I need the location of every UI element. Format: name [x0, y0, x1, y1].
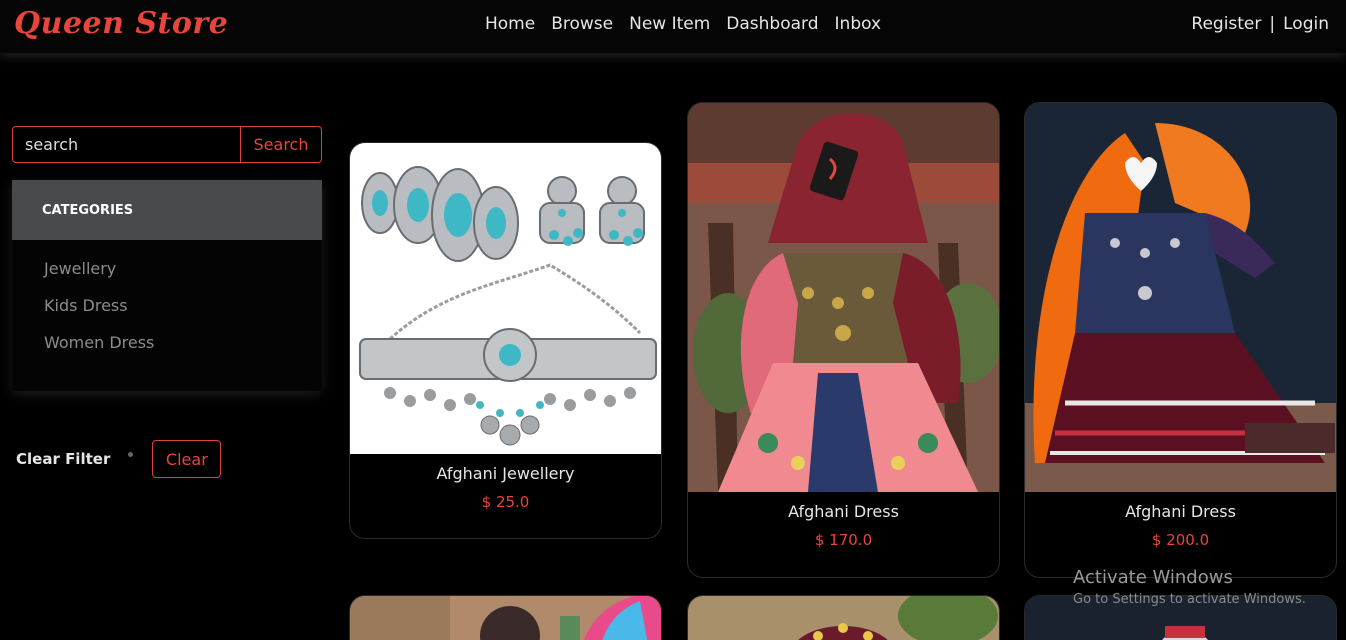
product-image-jewellery [350, 143, 661, 454]
nav-inbox[interactable]: Inbox [835, 14, 882, 34]
clear-filter-label: Clear Filter [16, 450, 111, 468]
register-link[interactable]: Register [1191, 14, 1261, 34]
product-image-row2-2 [688, 596, 999, 640]
product-card-jewellery[interactable]: Afghani Jewellery $ 25.0 [349, 142, 662, 539]
nav-home[interactable]: Home [485, 14, 535, 34]
category-jewellery[interactable]: Jewellery [12, 259, 322, 296]
product-card-dress-1[interactable]: Afghani Dress $ 170.0 [687, 102, 1000, 578]
product-name: Afghani Jewellery [436, 464, 575, 483]
product-card-row2-2[interactable] [687, 595, 1000, 640]
product-image-dress-2 [1025, 103, 1336, 492]
product-card-dress-2[interactable]: Afghani Dress $ 200.0 [1024, 102, 1337, 578]
search-form: Search [12, 126, 322, 163]
search-button[interactable]: Search [240, 127, 321, 162]
product-card-row2-1[interactable] [349, 595, 662, 640]
login-link[interactable]: Login [1283, 14, 1329, 34]
clear-filter-row: Clear Filter Clear [16, 440, 222, 478]
clear-button[interactable]: Clear [152, 440, 222, 478]
product-price: $ 200.0 [1151, 531, 1210, 549]
nav-browse[interactable]: Browse [551, 14, 613, 34]
navbar: Queen Store Home Browse New Item Dashboa… [0, 0, 1346, 53]
product-image-row2-3 [1025, 596, 1336, 640]
category-women-dress[interactable]: Women Dress [12, 333, 322, 370]
category-kids-dress[interactable]: Kids Dress [12, 296, 322, 333]
search-input[interactable] [13, 127, 240, 162]
product-price: $ 25.0 [481, 493, 530, 511]
brand-logo[interactable]: Queen Store [14, 6, 228, 41]
nav-dashboard[interactable]: Dashboard [726, 14, 818, 34]
product-name: Afghani Dress [1125, 502, 1236, 521]
nav-new-item[interactable]: New Item [629, 14, 710, 34]
categories-header: CATEGORIES [12, 180, 322, 240]
product-image-row2-1 [350, 596, 661, 640]
bullet-dot [128, 451, 134, 457]
categories-panel: CATEGORIES Jewellery Kids Dress Women Dr… [12, 180, 322, 391]
product-card-row2-3[interactable] [1024, 595, 1337, 640]
nav-links: Home Browse New Item Dashboard Inbox [485, 14, 881, 34]
auth-separator: | [1269, 14, 1276, 34]
product-price: $ 170.0 [814, 531, 873, 549]
category-list: Jewellery Kids Dress Women Dress [12, 240, 322, 370]
auth-links: Register | Login [1191, 14, 1329, 34]
product-image-dress-1 [688, 103, 999, 492]
product-name: Afghani Dress [788, 502, 899, 521]
